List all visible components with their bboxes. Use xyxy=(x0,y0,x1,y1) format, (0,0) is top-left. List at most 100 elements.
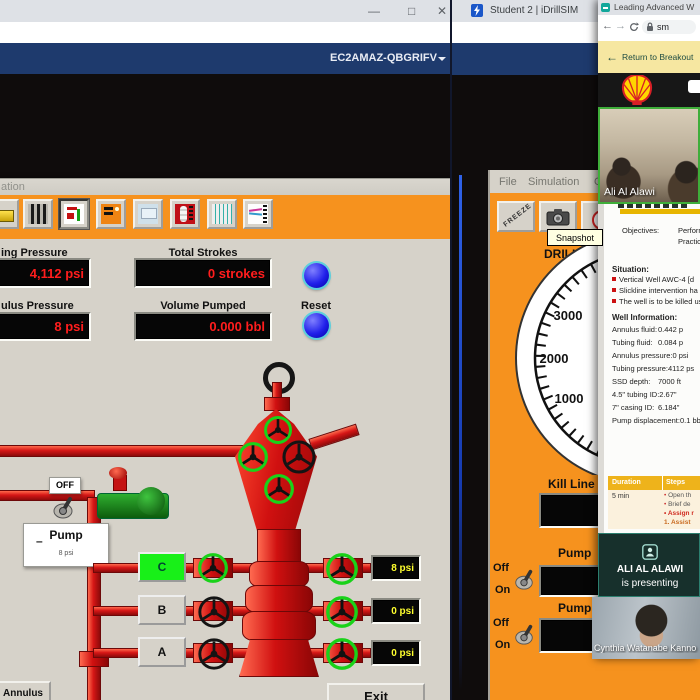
idrillsim-favicon xyxy=(471,4,483,17)
video-cynthia: Cynthia Watanabe Kanno xyxy=(592,597,700,659)
pump1-on-label: On xyxy=(495,584,511,596)
tubing-pressure-value: 4,112 psi xyxy=(29,265,84,281)
console-icon[interactable] xyxy=(96,199,126,229)
breakout-banner: ← Return to Breakout xyxy=(598,41,700,73)
line-c-pressure-display: 8 psi xyxy=(371,555,421,581)
shell-header xyxy=(598,73,700,107)
info-key: Annulus pressure: xyxy=(612,351,673,360)
pump2-off-label: Off xyxy=(493,617,509,629)
minimize-button[interactable]: — xyxy=(368,5,380,17)
line-b-button[interactable]: B xyxy=(138,595,186,625)
objectives-label: Objectives: xyxy=(622,226,660,235)
info-key: Tubing pressure: xyxy=(612,364,669,373)
wellbore-icon[interactable] xyxy=(23,199,53,229)
host-menu[interactable]: EC2AMAZ-QBGRIFV xyxy=(330,52,440,64)
line-a-valve[interactable] xyxy=(197,637,231,671)
shell-logo xyxy=(621,75,653,105)
step-item: • Brief de xyxy=(664,501,691,508)
annulus-button[interactable]: Annulus xyxy=(0,681,51,700)
presenting-box: ALI AL ALAWI is presenting xyxy=(598,533,700,597)
info-value: 0.084 p xyxy=(658,338,684,347)
info-row: SSD depth: 7000 ft xyxy=(612,377,700,386)
header-button-fragment[interactable] xyxy=(688,80,700,93)
vessel-seg-3 xyxy=(242,611,316,641)
situation-label: Situation: xyxy=(612,265,649,274)
edge-glow xyxy=(459,175,462,690)
remote-session-bar: EC2AMAZ-QBGRIFV xyxy=(0,43,452,74)
forward-icon[interactable]: → xyxy=(615,21,626,32)
right-url-text: sm xyxy=(657,22,669,32)
info-row: Tubing fluid: 0.084 p xyxy=(612,338,700,347)
line-a-button[interactable]: A xyxy=(138,637,186,667)
step-item: • Open th xyxy=(664,492,692,499)
close-button[interactable]: ✕ xyxy=(437,5,447,17)
line-c-right-valve[interactable] xyxy=(325,552,359,586)
line-b-pressure-display: 0 psi xyxy=(371,598,421,624)
pump-toggle-switch[interactable] xyxy=(51,494,75,520)
objective-2: Practice xyxy=(678,237,700,246)
presenter-name: ALI AL ALAWI xyxy=(616,564,684,575)
annulus-pressure-label: ulus Pressure xyxy=(1,300,74,312)
bullet-icon xyxy=(612,277,616,281)
step-text: Assign r xyxy=(667,510,694,517)
schematic-icon[interactable] xyxy=(58,198,90,230)
tree-valve-right[interactable] xyxy=(281,439,317,475)
box-icon[interactable] xyxy=(0,199,19,229)
back-icon[interactable]: ← xyxy=(602,21,613,32)
pump2-display xyxy=(539,618,600,653)
line-a-right-valve[interactable] xyxy=(325,637,359,671)
situation-item: The well is to be killed us xyxy=(619,297,700,306)
info-row: 4.5" tubing ID:2.67" xyxy=(612,390,700,399)
maximize-button[interactable]: □ xyxy=(408,5,415,17)
pump1-toggle[interactable] xyxy=(513,566,535,592)
menu-file[interactable]: File xyxy=(499,176,517,188)
kill-line-display xyxy=(539,493,600,528)
back-arrow-icon[interactable]: ← xyxy=(606,50,618,64)
step-text: 1. Assist xyxy=(664,519,691,526)
pump2-toggle[interactable] xyxy=(513,621,535,647)
well-info-label: Well Information: xyxy=(612,313,678,322)
tree-valve-bottom[interactable] xyxy=(263,473,295,505)
volume-reset-button[interactable] xyxy=(304,313,329,338)
line-b-right-valve[interactable] xyxy=(325,595,359,629)
meeting-favicon xyxy=(601,3,610,12)
left-browser-window: — □ ✕ r ⋮ EC2AMAZ-QBGRIFV ation xyxy=(0,0,454,700)
content-margin xyxy=(598,204,604,533)
step-text: Open th xyxy=(668,492,692,499)
info-key: Annulus fluid: xyxy=(612,325,658,334)
line-c-button[interactable]: C xyxy=(138,552,186,582)
info-key: Tubing fluid: xyxy=(612,338,653,347)
step-text: Brief de xyxy=(668,501,691,508)
line-c-pressure: 8 psi xyxy=(391,562,414,574)
total-strokes-display: 0 strokes xyxy=(134,258,272,288)
pump2-on-label: On xyxy=(495,639,511,651)
pump-wheel xyxy=(137,487,165,515)
vessel-seg-1 xyxy=(249,561,309,587)
info-key: 4.5" tubing ID: xyxy=(612,390,660,399)
line-b-valve[interactable] xyxy=(197,595,231,629)
line-c-valve[interactable] xyxy=(197,552,229,584)
chart-icon[interactable] xyxy=(243,199,273,229)
bars-icon[interactable] xyxy=(207,199,237,229)
duration-cell: 5 min xyxy=(612,493,630,500)
info-value: 0 psi xyxy=(672,351,689,360)
breakout-link[interactable]: Return to Breakout xyxy=(622,52,700,62)
reload-icon[interactable] xyxy=(629,22,639,32)
table-header: Duration Steps xyxy=(608,476,700,490)
right-tab-title[interactable]: Leading Advanced W xyxy=(614,2,698,12)
bullet-icon xyxy=(612,299,616,303)
menu-simulation[interactable]: Simulation xyxy=(528,176,579,188)
pump1-off-label: Off xyxy=(493,562,509,574)
info-key: Pump displacement: xyxy=(612,416,680,425)
pump-info-box: – Pump 8 psi xyxy=(23,523,109,567)
right-url-pill[interactable]: sm xyxy=(642,20,696,34)
exit-button[interactable]: Exit xyxy=(327,683,425,700)
tree-valve-left[interactable] xyxy=(237,441,269,473)
left-sim-window: ation ing Pressure Total Strokes 4,112 p… xyxy=(0,178,454,700)
spool-icon[interactable] xyxy=(170,199,200,229)
panel-icon[interactable] xyxy=(133,199,163,229)
info-row: Annulus fluid:0.442 p xyxy=(612,325,700,334)
strokes-reset-button[interactable] xyxy=(304,263,329,288)
left-sim-title: ation xyxy=(0,179,451,195)
camera-icon xyxy=(546,209,570,226)
